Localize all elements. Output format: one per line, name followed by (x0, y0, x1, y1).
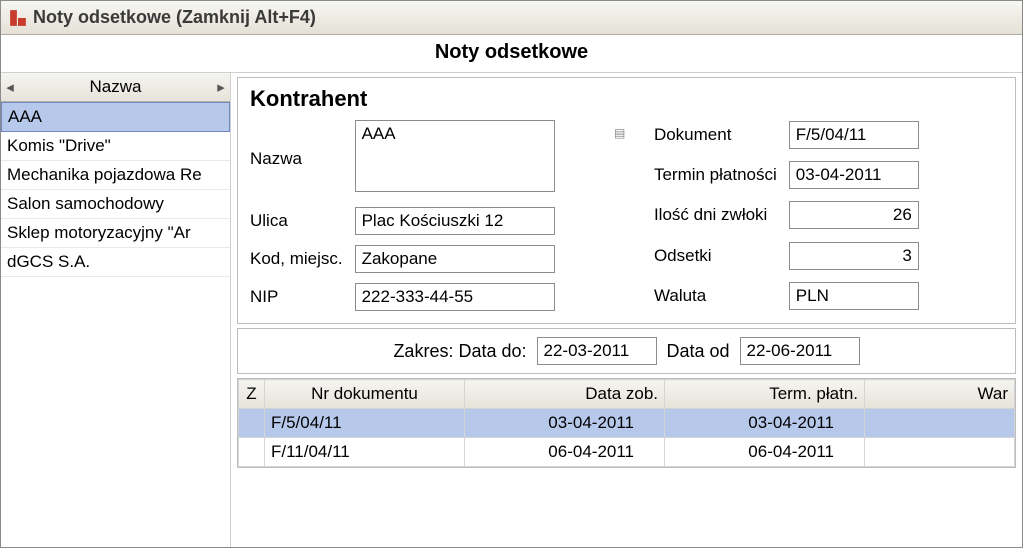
col-doc[interactable]: Nr dokumentu (265, 380, 465, 409)
odsetki-field[interactable] (789, 242, 919, 270)
content-area: ◂ Nazwa ▸ AAAKomis "Drive"Mechanika poja… (1, 73, 1022, 547)
page-title: Noty odsetkowe (1, 35, 1022, 73)
table-cell (865, 438, 1015, 467)
label-nip: NIP (250, 287, 343, 307)
table-cell (239, 438, 265, 467)
col-z[interactable]: Z (239, 380, 265, 409)
sidebar-item[interactable]: Mechanika pojazdowa Re (1, 161, 230, 190)
table-cell: 06-04-2011 (665, 438, 865, 467)
label-dokument: Dokument (654, 125, 777, 145)
table-cell: 06-04-2011 (465, 438, 665, 467)
sidebar-header: ◂ Nazwa ▸ (1, 73, 230, 102)
form-row: Nazwa ▤ Ulica Kod, miejsc. NIP Do (250, 120, 1003, 311)
range-prefix: Zakres: Data do: (393, 341, 526, 362)
sidebar-item[interactable]: Salon samochodowy (1, 190, 230, 219)
window-title: Noty odsetkowe (Zamknij Alt+F4) (33, 7, 316, 28)
scroll-grip-icon: ▤ (614, 126, 628, 140)
app-icon (9, 9, 27, 27)
scroll-right-icon[interactable]: ▸ (216, 78, 226, 96)
table-row[interactable]: F/5/04/1103-04-201103-04-2011 (239, 409, 1015, 438)
table-cell: 03-04-2011 (665, 409, 865, 438)
documents-table-wrap: Z Nr dokumentu Data zob. Term. płatn. Wa… (237, 378, 1016, 468)
nazwa-field-wrap: ▤ (355, 120, 634, 197)
col-date[interactable]: Data zob. (465, 380, 665, 409)
ulica-field[interactable] (355, 207, 555, 235)
panel-title: Kontrahent (250, 86, 1003, 112)
scroll-left-icon[interactable]: ◂ (5, 78, 15, 96)
label-odsetki: Odsetki (654, 246, 777, 266)
range-mid: Data od (667, 341, 730, 362)
date-to-field[interactable] (537, 337, 657, 365)
app-window: Noty odsetkowe (Zamknij Alt+F4) Noty ods… (0, 0, 1023, 548)
col-war[interactable]: War (865, 380, 1015, 409)
label-zwloka: Ilość dni zwłoki (654, 205, 777, 225)
table-cell: 03-04-2011 (465, 409, 665, 438)
date-from-field[interactable] (740, 337, 860, 365)
range-bar: Zakres: Data do: Data od (237, 328, 1016, 374)
waluta-field[interactable] (789, 282, 919, 310)
titlebar[interactable]: Noty odsetkowe (Zamknij Alt+F4) (1, 1, 1022, 35)
sidebar-item[interactable]: AAA (1, 102, 230, 132)
termin-field[interactable] (789, 161, 919, 189)
sidebar-list[interactable]: AAAKomis "Drive"Mechanika pojazdowa ReSa… (1, 102, 230, 547)
sidebar-item[interactable]: Komis "Drive" (1, 132, 230, 161)
label-termin: Termin płatności (654, 165, 777, 185)
table-cell (239, 409, 265, 438)
kod-field[interactable] (355, 245, 555, 273)
nazwa-field[interactable] (355, 120, 555, 192)
sidebar-item[interactable]: dGCS S.A. (1, 248, 230, 277)
zwloka-field[interactable] (789, 201, 919, 229)
table-header-row: Z Nr dokumentu Data zob. Term. płatn. Wa… (239, 380, 1015, 409)
table-row[interactable]: F/11/04/1106-04-201106-04-2011 (239, 438, 1015, 467)
table-cell (865, 409, 1015, 438)
main-panel: Kontrahent Nazwa ▤ Ulica Kod, miejsc. NI… (231, 73, 1022, 547)
label-ulica: Ulica (250, 211, 343, 231)
documents-table[interactable]: Z Nr dokumentu Data zob. Term. płatn. Wa… (238, 379, 1015, 467)
label-kod: Kod, miejsc. (250, 249, 343, 269)
table-cell: F/5/04/11 (265, 409, 465, 438)
nip-field[interactable] (355, 283, 555, 311)
col-term[interactable]: Term. płatn. (665, 380, 865, 409)
label-waluta: Waluta (654, 286, 777, 306)
form-right: Dokument Termin płatności Ilość dni zwło… (654, 120, 1003, 311)
kontrahent-panel: Kontrahent Nazwa ▤ Ulica Kod, miejsc. NI… (237, 77, 1016, 324)
sidebar: ◂ Nazwa ▸ AAAKomis "Drive"Mechanika poja… (1, 73, 231, 547)
label-nazwa: Nazwa (250, 149, 343, 169)
table-cell: F/11/04/11 (265, 438, 465, 467)
form-left: Nazwa ▤ Ulica Kod, miejsc. NIP (250, 120, 634, 311)
sidebar-column-name[interactable]: Nazwa (15, 77, 216, 97)
dokument-field[interactable] (789, 121, 919, 149)
sidebar-item[interactable]: Sklep motoryzacyjny "Ar (1, 219, 230, 248)
